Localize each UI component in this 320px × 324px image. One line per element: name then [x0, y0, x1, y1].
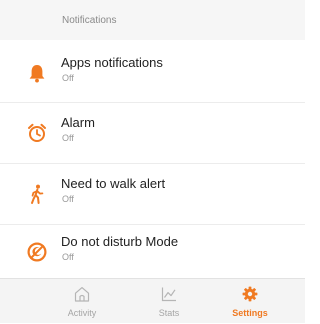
alarm-clock-icon [26, 122, 48, 144]
divider [0, 102, 305, 103]
setting-value: Off [62, 194, 74, 204]
setting-value: Off [62, 252, 74, 262]
setting-label: Apps notifications [61, 55, 163, 70]
bottom-navigation: Activity Stats Settings [0, 278, 305, 323]
nav-item-stats[interactable]: Stats [124, 279, 214, 324]
setting-label: Alarm [61, 115, 95, 130]
setting-row-alarm[interactable]: Alarm Off [0, 104, 305, 162]
nav-item-activity[interactable]: Activity [37, 279, 127, 324]
bell-icon [26, 62, 48, 84]
gear-icon [241, 285, 259, 303]
setting-value: Off [62, 73, 74, 83]
home-icon [73, 285, 91, 303]
setting-row-walk-alert[interactable]: Need to walk alert Off [0, 165, 305, 223]
do-not-disturb-icon [26, 241, 48, 263]
nav-label: Activity [67, 308, 97, 318]
nav-label: Stats [158, 308, 180, 318]
setting-row-apps-notifications[interactable]: Apps notifications Off [0, 44, 305, 102]
setting-label: Need to walk alert [61, 176, 166, 191]
divider [0, 163, 305, 164]
nav-item-settings[interactable]: Settings [205, 279, 295, 324]
setting-value: Off [62, 133, 74, 143]
section-title: Notifications [62, 15, 117, 26]
nav-label: Settings [232, 308, 268, 318]
section-header: Notifications [0, 0, 305, 40]
walking-person-icon [26, 183, 48, 205]
setting-row-do-not-disturb[interactable]: Do not disturb Mode Off [0, 223, 305, 281]
chart-icon [160, 285, 178, 303]
setting-label: Do not disturb Mode [61, 234, 179, 249]
